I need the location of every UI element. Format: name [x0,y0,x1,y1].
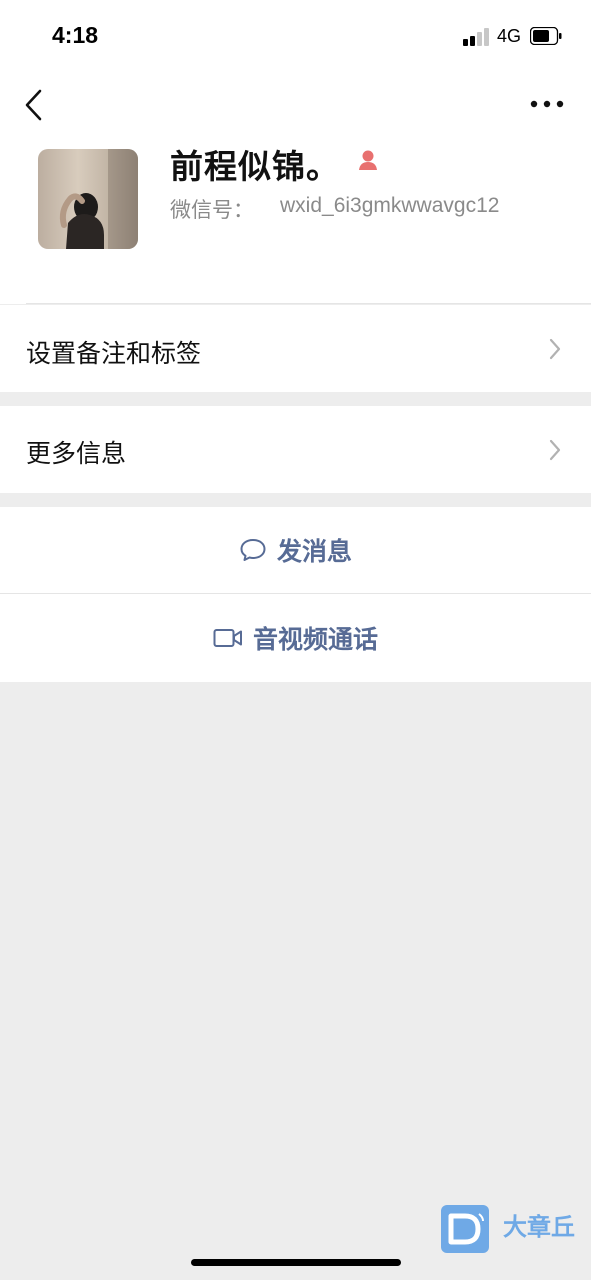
remark-tags-label: 设置备注和标签 [26,339,202,368]
more-dots-icon[interactable] [530,94,564,114]
video-call-button[interactable]: 音视频通话 [0,594,591,682]
nickname: 前程似锦。 [170,147,340,186]
network-label: 4G [497,26,522,46]
chevron-left-icon[interactable] [22,88,46,122]
send-message-label: 发消息 [276,537,352,566]
battery-icon [530,27,562,45]
watermark-brand: 大章丘 [503,1213,575,1241]
status-bar: 4:18 4G [0,0,591,72]
send-message-button[interactable]: 发消息 [0,507,591,593]
wechat-id-value: wxid_6i3gmkwwavgc12 [280,194,500,217]
watermark-logo [441,1205,489,1253]
status-time: 4:18 [52,22,99,48]
video-camera-icon [213,629,242,647]
female-icon [359,150,377,170]
more-info-row[interactable]: 更多信息 [0,406,591,493]
profile-header: 前程似锦。 微信号： wxid_6i3gmkwwavgc12 [0,72,591,304]
more-info-label: 更多信息 [26,439,127,468]
signal-icon [463,28,491,46]
remark-tags-row[interactable]: 设置备注和标签 [0,305,591,392]
avatar[interactable] [38,149,138,249]
divider [26,303,591,304]
chat-bubble-icon [240,539,266,561]
home-indicator[interactable] [191,1259,401,1266]
profile-screen: 4:18 4G 前程似锦。 微信号： wxid_6i3gmkwwavgc12 设… [0,0,591,1280]
chevron-right-icon [549,338,561,360]
watermark: 大章丘 [441,1205,586,1255]
chevron-right-icon [549,439,561,461]
wechat-id-label: 微信号： [170,198,254,222]
video-call-label: 音视频通话 [252,625,378,654]
